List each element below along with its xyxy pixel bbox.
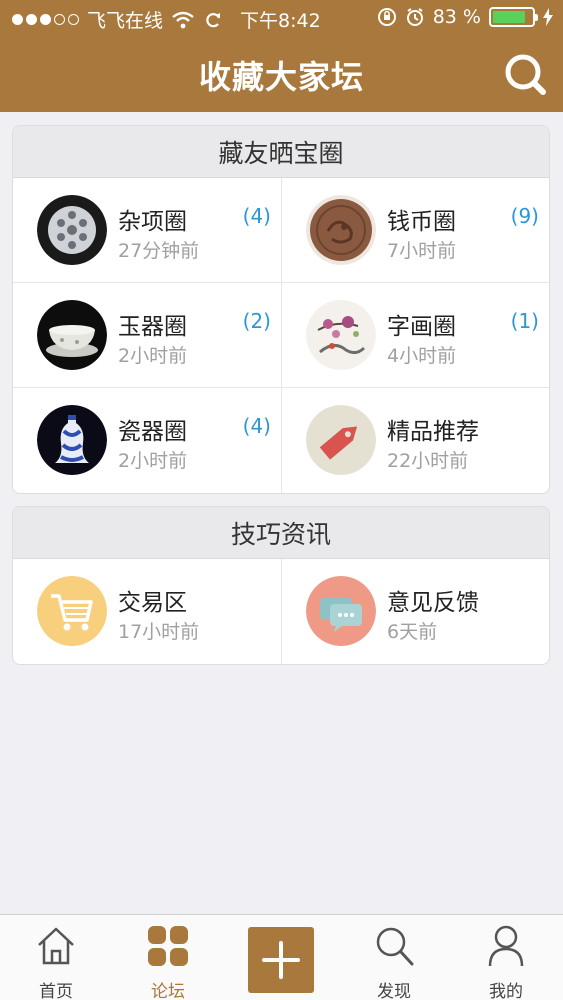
home-icon xyxy=(38,927,74,965)
tab-label: 论坛 xyxy=(151,982,185,1000)
search-icon xyxy=(505,54,546,95)
painting-icon xyxy=(306,300,376,370)
circle-name: 玉器圈 xyxy=(118,314,187,340)
tab-bar: 首页 论坛 发现 我的 xyxy=(0,914,563,1000)
circle-name: 瓷器圈 xyxy=(118,419,187,445)
circle-name: 钱币圈 xyxy=(387,209,456,235)
circle-name: 字画圈 xyxy=(387,314,456,340)
section-title: 技巧资讯 xyxy=(13,507,549,559)
alarm-icon xyxy=(406,8,423,26)
search-button[interactable] xyxy=(503,52,547,96)
circle-item-porcelain[interactable]: 瓷器圈 2小时前 (4) xyxy=(13,388,281,493)
tips-item-time: 6天前 xyxy=(387,621,438,643)
price-tag-icon xyxy=(306,405,376,475)
shopping-cart-icon xyxy=(37,576,107,646)
circle-count-badge: (9) xyxy=(510,204,539,228)
circle-updated-time: 2小时前 xyxy=(118,450,188,472)
tips-news-section: 技巧资讯 交易区 17小时前 意见反馈 6天前 xyxy=(12,506,550,665)
circle-updated-time: 4小时前 xyxy=(387,345,457,367)
carrier-name: 飞飞在线 xyxy=(87,10,164,32)
tab-forum[interactable]: 论坛 xyxy=(128,915,208,1000)
tips-item-name: 交易区 xyxy=(118,590,187,616)
chat-bubbles-icon xyxy=(306,576,376,646)
porcelain-vase-icon xyxy=(37,405,107,475)
tab-discover[interactable]: 发现 xyxy=(354,915,434,1000)
share-circle-section: 藏友晒宝圈 杂项圈 27分钟前 (4) 钱币圈 7小时前 (9) 玉器圈 2小时… xyxy=(12,125,550,494)
circle-count-badge: (2) xyxy=(242,309,271,333)
circle-count-badge: (1) xyxy=(510,309,539,333)
tab-label: 发现 xyxy=(377,982,411,1000)
tab-home[interactable]: 首页 xyxy=(16,915,96,1000)
circle-item-paintings[interactable]: 字画圈 4小时前 (1) xyxy=(281,283,549,388)
magnifier-icon xyxy=(376,927,414,966)
circle-updated-time: 27分钟前 xyxy=(118,240,200,262)
charging-icon xyxy=(543,8,553,26)
coin-icon xyxy=(306,195,376,265)
circle-name: 杂项圈 xyxy=(118,209,187,235)
status-time: 下午8:42 xyxy=(240,10,321,32)
circle-item-featured[interactable]: 精品推荐 22小时前 xyxy=(281,388,549,493)
circle-item-jade[interactable]: 玉器圈 2小时前 (2) xyxy=(13,283,281,388)
circle-name: 精品推荐 xyxy=(387,419,479,445)
user-icon xyxy=(488,925,524,967)
grid-icon xyxy=(148,926,188,966)
battery-percent: 83 % xyxy=(432,6,481,28)
feedback-item[interactable]: 意见反馈 6天前 xyxy=(281,559,549,664)
circle-count-badge: (4) xyxy=(242,414,271,438)
tab-mine[interactable]: 我的 xyxy=(466,915,546,1000)
section-title: 藏友晒宝圈 xyxy=(13,126,549,178)
trade-zone-item[interactable]: 交易区 17小时前 xyxy=(13,559,281,664)
tab-label: 首页 xyxy=(39,982,73,1000)
tips-item-time: 17小时前 xyxy=(118,621,200,643)
add-post-button[interactable] xyxy=(248,927,314,993)
circle-updated-time: 22小时前 xyxy=(387,450,469,472)
status-bar: 飞飞在线 下午8:42 83 % xyxy=(0,0,563,36)
circle-count-badge: (4) xyxy=(242,204,271,228)
circle-item-coins[interactable]: 钱币圈 7小时前 (9) xyxy=(281,178,549,283)
app-header: 飞飞在线 下午8:42 83 % 收藏大家坛 xyxy=(0,0,563,112)
page-title: 收藏大家坛 xyxy=(198,58,364,96)
battery-icon xyxy=(489,7,538,27)
tab-label: 我的 xyxy=(489,982,523,1000)
circle-updated-time: 7小时前 xyxy=(387,240,457,262)
misc-ware-icon xyxy=(37,195,107,265)
circle-updated-time: 2小时前 xyxy=(118,345,188,367)
rotation-lock-icon xyxy=(377,8,396,26)
sync-icon xyxy=(206,12,221,27)
jade-bowl-icon xyxy=(37,300,107,370)
signal-strength-icon xyxy=(12,14,79,25)
wifi-icon xyxy=(172,11,194,28)
tips-item-name: 意见反馈 xyxy=(387,590,479,616)
plus-icon xyxy=(262,941,300,979)
circle-item-misc[interactable]: 杂项圈 27分钟前 (4) xyxy=(13,178,281,283)
